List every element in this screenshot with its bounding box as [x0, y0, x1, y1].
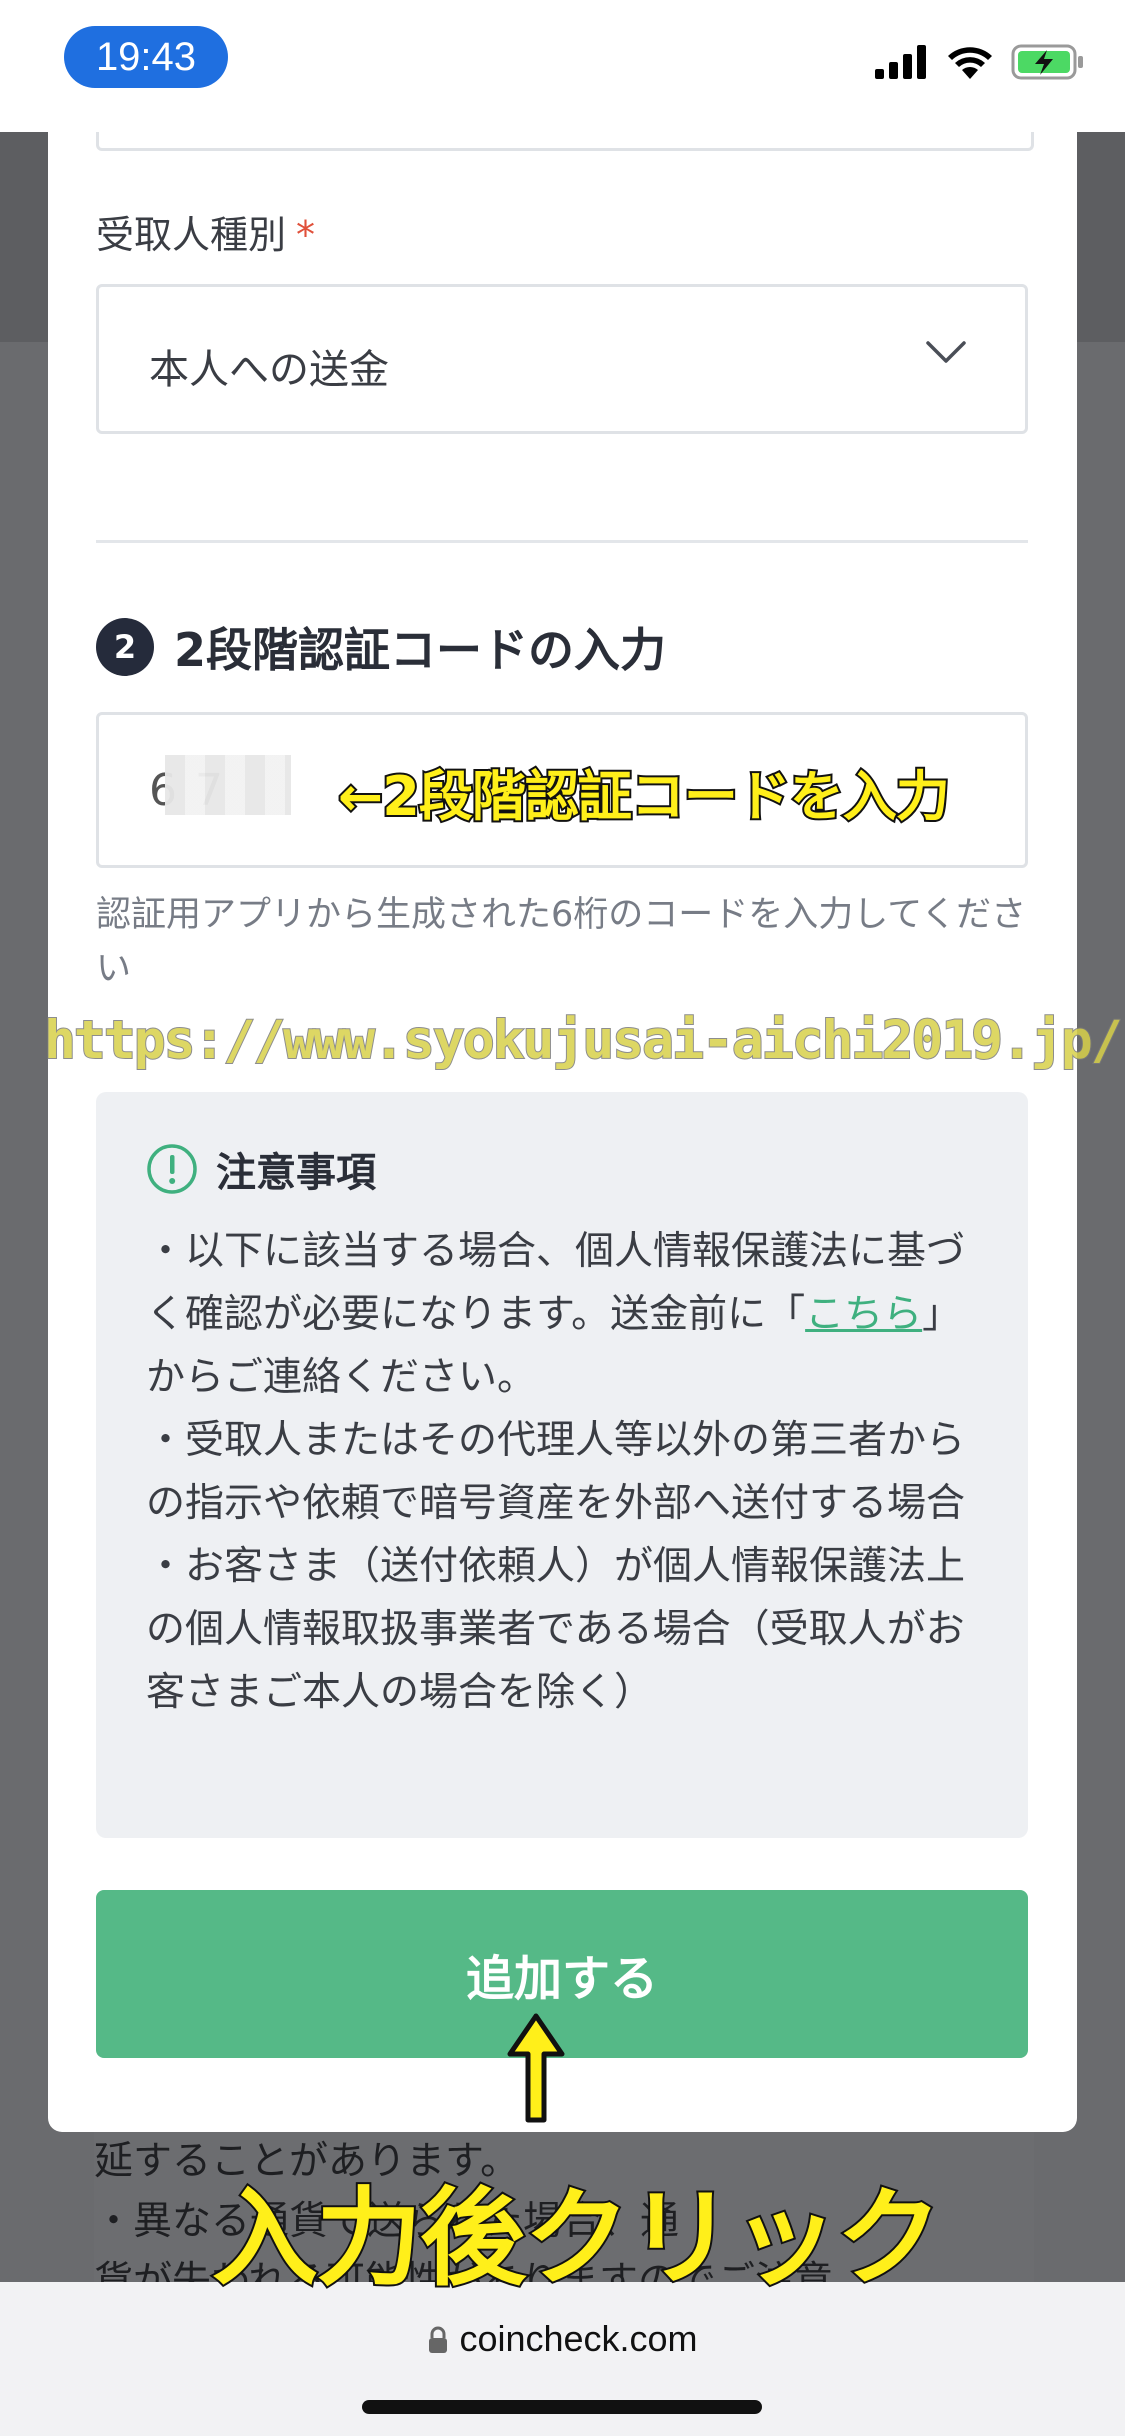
add-address-modal: 受取人種別* 本人への送金 2 2段階認証コードの入力 6 7 認証用アプリから… [48, 132, 1077, 2132]
section-title: 2段階認証コードの入力 [174, 623, 667, 677]
signal-icon [875, 45, 926, 79]
redacted-blur [165, 755, 291, 815]
status-bar: 19:43 [0, 0, 1125, 132]
step-number-badge: 2 [96, 618, 154, 676]
recipient-type-value: 本人への送金 [149, 347, 389, 393]
annotation-click-after-input: 入力後クリック [210, 2175, 944, 2302]
section-divider [96, 540, 1028, 543]
recipient-type-label-text: 受取人種別 [96, 213, 287, 257]
notice-box: 注意事項 ・以下に該当する場合、個人情報保護法に基づく確認が必要になります。送金… [96, 1092, 1028, 1838]
wifi-icon [948, 47, 992, 79]
home-indicator [362, 2400, 762, 2414]
notice-header: 注意事項 [146, 1140, 978, 1198]
previous-field-edge [96, 132, 1034, 151]
watermark-url: https://www.syokujusai-aichi2019.jp/ [43, 1009, 1124, 1072]
recipient-type-label: 受取人種別 * [96, 204, 315, 259]
url-display[interactable]: coincheck.com [0, 2318, 1125, 2360]
lock-icon [429, 2326, 448, 2353]
code-hint: 認証用アプリから生成された6桁のコードを入力してください [96, 895, 1027, 989]
up-arrow-icon [507, 2013, 565, 2123]
annotation-enter-code: ←2段階認証コードを入力 [336, 763, 952, 830]
notice-item-2: ・受取人またはその代理人等以外の第三者からの指示や依頼で暗号資産を外部へ送付する… [146, 1418, 966, 1526]
exclamation-circle-icon [147, 1144, 197, 1194]
status-icons [875, 44, 1085, 80]
notice-item-3: ・お客さま（送付依頼人）が個人情報保護法上の個人情報取扱事業者である場合（受取人… [146, 1544, 966, 1715]
notice-title: 注意事項 [216, 1150, 376, 1196]
recipient-type-select[interactable]: 本人への送金 [96, 284, 1028, 434]
required-mark: * [296, 213, 316, 257]
chevron-down-icon [926, 341, 966, 363]
status-time: 19:43 [64, 26, 228, 88]
url-text: coincheck.com [459, 2318, 698, 2359]
notice-body: ・以下に該当する場合、個人情報保護法に基づく確認が必要になります。送金前に「こち… [146, 1220, 978, 1724]
battery-icon [1011, 44, 1083, 80]
notice-item-1: ・以下に該当する場合、個人情報保護法に基づく確認が必要になります。送金前に「こち… [146, 1220, 978, 1409]
contact-link[interactable]: こちら [805, 1292, 922, 1337]
